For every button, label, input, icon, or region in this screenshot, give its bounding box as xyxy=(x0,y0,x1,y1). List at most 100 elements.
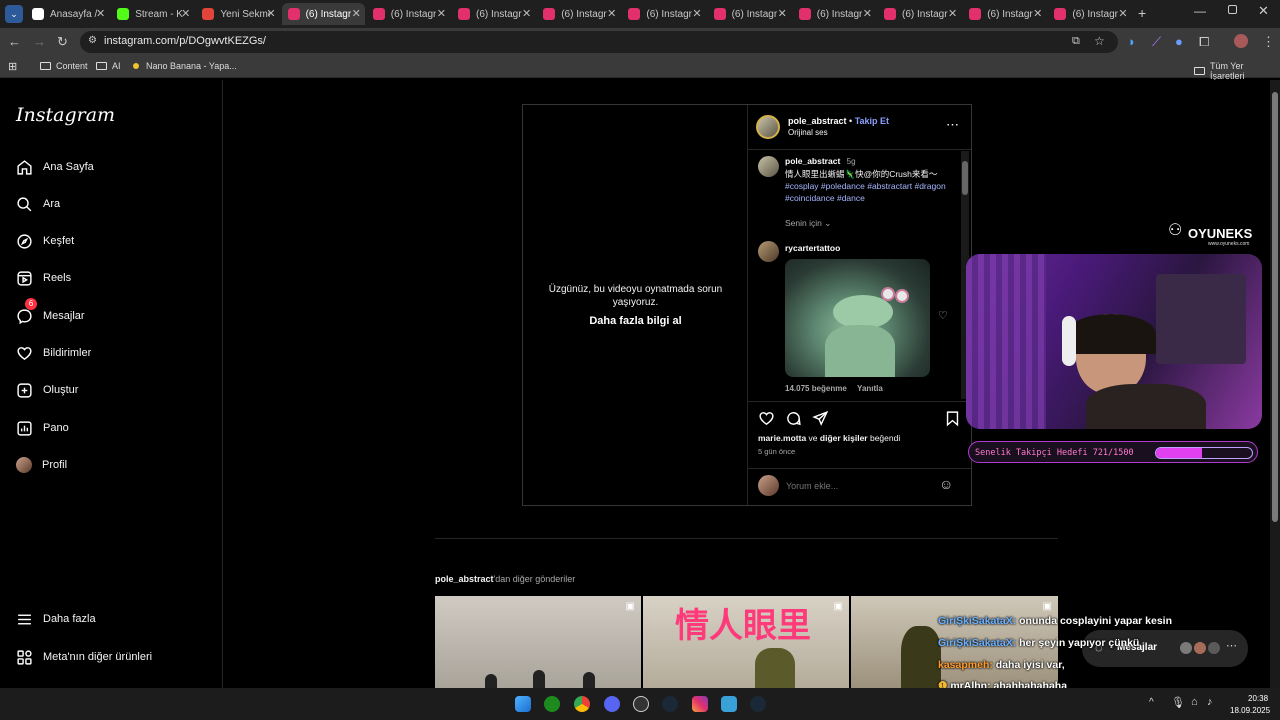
install-app-icon[interactable]: ⧉ xyxy=(1072,35,1080,48)
browser-tab[interactable]: (6) Instagr ✕ xyxy=(281,3,365,25)
reply-button[interactable]: Yanıtla xyxy=(857,384,883,393)
address-bar[interactable]: ⚙ instagram.com/p/DOgwvtKEZGs/ ⧉ ☆ xyxy=(80,31,1118,53)
liked-by-others[interactable]: diğer kişiler xyxy=(820,433,868,443)
caption-hashtags[interactable]: #cosplay #poledance #abstractart #dragon… xyxy=(785,180,950,204)
author-avatar[interactable] xyxy=(756,115,780,139)
like-heart-icon[interactable] xyxy=(758,410,775,427)
browser-tab[interactable]: (6) Instagr ✕ xyxy=(537,3,620,25)
commenter-avatar[interactable] xyxy=(758,241,779,262)
nav-create[interactable]: Oluştur xyxy=(16,378,78,402)
page-scrollbar[interactable] xyxy=(1270,80,1280,688)
close-tab-icon[interactable]: ✕ xyxy=(522,7,531,20)
reload-icon[interactable]: ↻ xyxy=(57,34,68,50)
close-tab-icon[interactable]: ✕ xyxy=(948,7,957,20)
xbox-icon[interactable] xyxy=(544,696,560,712)
instagram-logo[interactable]: Instagram xyxy=(16,104,115,126)
more-options-icon[interactable]: ⋯ xyxy=(946,117,959,133)
profile-avatar[interactable] xyxy=(1234,34,1248,48)
steam-icon[interactable] xyxy=(750,696,766,712)
bookmark-star-icon[interactable]: ☆ xyxy=(1094,34,1105,48)
browser-tab[interactable]: (6) Instagr ✕ xyxy=(1048,3,1131,25)
restore-button[interactable] xyxy=(1228,5,1237,14)
extension-icon[interactable]: ● xyxy=(1175,34,1183,50)
close-tab-icon[interactable]: ✕ xyxy=(437,7,446,20)
nav-profile[interactable]: Profil xyxy=(16,453,67,477)
commenter-username[interactable]: rycartertattoo xyxy=(785,243,840,253)
close-tab-icon[interactable]: ✕ xyxy=(692,7,701,20)
close-tab-icon[interactable]: ✕ xyxy=(778,7,787,20)
browser-tab[interactable]: (6) Instagr ✕ xyxy=(878,3,961,25)
nav-home[interactable]: Ana Sayfa xyxy=(16,155,94,179)
comment-gif[interactable] xyxy=(785,259,930,377)
nav-meta-products[interactable]: Meta'nın diğer ürünleri xyxy=(16,645,152,669)
notepad-icon[interactable] xyxy=(721,696,737,712)
bookmark-ai[interactable]: AI xyxy=(96,61,121,71)
tray-chevron-icon[interactable]: ^ xyxy=(1149,697,1154,708)
post-thumbnail[interactable]: 情人眼里 ▣ xyxy=(643,596,849,688)
close-tab-icon[interactable]: ✕ xyxy=(1033,7,1042,20)
browser-tab[interactable]: (6) Instagr ✕ xyxy=(452,3,535,25)
close-tab-icon[interactable]: ✕ xyxy=(96,7,105,20)
clock-date[interactable]: 18.09.2025 xyxy=(1230,706,1270,715)
caption-username[interactable]: pole_abstract xyxy=(785,156,840,166)
liked-by-user[interactable]: marie.motta xyxy=(758,433,806,443)
browser-tab[interactable]: Anasayfa / X✕ xyxy=(26,3,109,25)
close-tab-icon[interactable]: ✕ xyxy=(863,7,872,20)
nav-messages[interactable]: 6 Mesajlar xyxy=(16,298,85,328)
follow-button[interactable]: Takip Et xyxy=(855,116,889,126)
save-bookmark-icon[interactable] xyxy=(944,410,961,427)
close-window-button[interactable]: ✕ xyxy=(1258,3,1269,19)
instagram-app-icon[interactable] xyxy=(692,696,708,712)
browser-tab[interactable]: Yeni Sekme ✕ xyxy=(196,3,279,25)
nav-reels[interactable]: Reels xyxy=(16,266,71,290)
post-thumbnail[interactable]: ▣ xyxy=(435,596,641,688)
comment-like-icon[interactable]: ♡ xyxy=(938,309,948,322)
new-tab-button[interactable]: + xyxy=(1138,5,1146,21)
network-icon[interactable]: ⌂ xyxy=(1191,696,1198,708)
share-icon[interactable] xyxy=(812,410,829,427)
tab-search-button[interactable]: ⌄ xyxy=(5,5,23,23)
menu-kebab-icon[interactable]: ⋮ xyxy=(1262,34,1275,50)
back-icon[interactable]: ← xyxy=(8,34,21,50)
nav-more[interactable]: Daha fazla xyxy=(16,607,96,631)
obs-icon[interactable] xyxy=(633,696,649,712)
translation-toggle[interactable]: Senin için ⌄ xyxy=(785,218,831,229)
author-avatar[interactable] xyxy=(758,156,779,177)
author-username[interactable]: pole_abstract xyxy=(788,116,847,126)
nav-search[interactable]: Ara xyxy=(16,192,60,216)
close-tab-icon[interactable]: ✕ xyxy=(181,7,190,20)
nav-notifications[interactable]: Bildirimler xyxy=(16,341,91,365)
extension-icon[interactable]: ◗ xyxy=(1128,34,1136,50)
chrome-icon[interactable] xyxy=(574,696,590,712)
comment-input[interactable] xyxy=(786,479,926,493)
browser-tab[interactable]: (6) Instagr ✕ xyxy=(708,3,791,25)
close-tab-icon[interactable]: ✕ xyxy=(1118,7,1127,20)
more-posts-user[interactable]: pole_abstract xyxy=(435,574,494,584)
browser-tab[interactable]: (6) Instagr ✕ xyxy=(367,3,450,25)
video-player[interactable]: Üzgünüz, bu videoyu oynatmada sorun yaşı… xyxy=(523,105,748,505)
comment-icon[interactable] xyxy=(785,410,802,427)
bookmark-nano-banana[interactable]: Nano Banana - Yapa... xyxy=(133,61,237,71)
apps-grid-icon[interactable]: ⊞ xyxy=(8,60,17,73)
browser-tab[interactable]: Stream - K ✕ xyxy=(111,3,194,25)
minimize-button[interactable]: — xyxy=(1194,4,1206,18)
clock-time[interactable]: 20:38 xyxy=(1248,694,1268,703)
steam-icon[interactable] xyxy=(662,696,678,712)
close-tab-icon[interactable]: ✕ xyxy=(607,7,616,20)
browser-tab[interactable]: (6) Instagr ✕ xyxy=(622,3,705,25)
nav-dashboard[interactable]: Pano xyxy=(16,416,69,440)
browser-tab[interactable]: (6) Instagr ✕ xyxy=(793,3,876,25)
close-tab-icon[interactable]: ✕ xyxy=(352,7,361,20)
volume-icon[interactable]: ♪ xyxy=(1207,696,1213,708)
close-tab-icon[interactable]: ✕ xyxy=(266,7,275,20)
microphone-icon[interactable]: 🎙 xyxy=(1171,696,1185,709)
extensions-puzzle-icon[interactable]: ⧠ xyxy=(1199,34,1209,50)
learn-more-link[interactable]: Daha fazla bilgi al xyxy=(523,315,748,327)
bookmark-content[interactable]: Content xyxy=(40,61,88,71)
comment-like-count[interactable]: 14.075 beğenme xyxy=(785,384,847,393)
browser-tab[interactable]: (6) Instagr ✕ xyxy=(963,3,1046,25)
forward-icon[interactable]: → xyxy=(33,34,46,50)
nav-explore[interactable]: Keşfet xyxy=(16,229,74,253)
site-info-icon[interactable]: ⚙ xyxy=(88,35,97,46)
all-bookmarks[interactable]: Tüm Yer İşaretleri xyxy=(1194,61,1280,81)
